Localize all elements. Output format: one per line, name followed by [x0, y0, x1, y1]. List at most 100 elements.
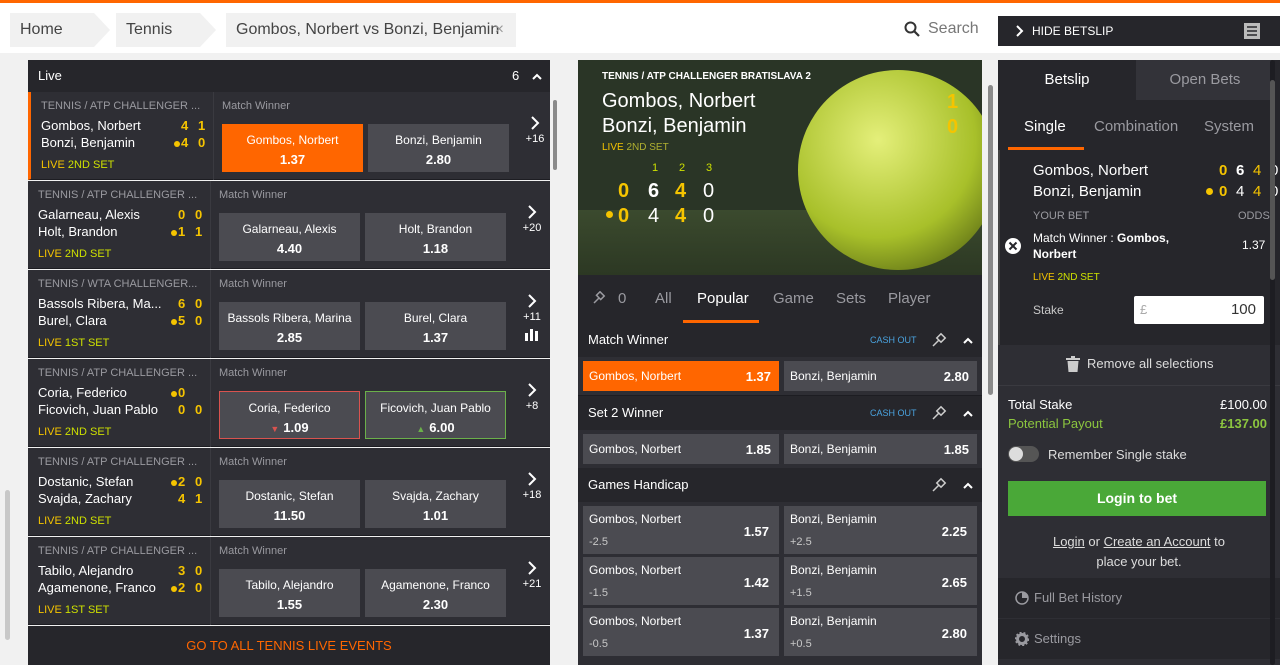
hide-betslip-button[interactable]: HIDE BETSLIP — [998, 16, 1280, 46]
handicap-odd-button[interactable]: Bonzi, Benjamin 2.65 +1.5 — [784, 557, 977, 605]
tab-single[interactable]: Single — [1024, 118, 1066, 135]
remember-stake-toggle[interactable] — [1008, 446, 1039, 462]
p2-set2: 4 — [675, 205, 687, 227]
live-event-row[interactable]: TENNIS / ATP CHALLENGER ... Coria, Federi… — [28, 359, 550, 447]
live-event-row[interactable]: TENNIS / ATP CHALLENGER ... Galarneau, Al… — [28, 181, 550, 269]
odd-button[interactable]: Agamenone, Franco 2.30 — [365, 569, 506, 617]
close-icon[interactable]: × — [495, 13, 504, 47]
more-markets-button[interactable]: +18 — [514, 472, 550, 501]
remove-all-button[interactable]: Remove all selections — [1066, 355, 1236, 375]
match-detail-scrollbar[interactable] — [988, 85, 993, 395]
betslip-player-1: Gombos, Norbert — [1033, 162, 1149, 179]
divider — [210, 181, 211, 269]
serve-indicator — [171, 480, 177, 486]
login-link[interactable]: Login — [1053, 534, 1085, 549]
odd-button[interactable]: Bonzi, Benjamin 2.80 — [368, 124, 509, 172]
tab-combination[interactable]: Combination — [1094, 118, 1178, 135]
betslip-scrollbar[interactable] — [1270, 80, 1275, 280]
market-games-handicap-rows: Gombos, Norbert 1.57 -2.5 Bonzi, Benjamin 2.… — [578, 502, 982, 665]
live-event-row[interactable]: TENNIS / ATP CHALLENGER ... Tabilo, Aleja… — [28, 537, 550, 625]
odd-button[interactable]: Svajda, Zachary 1.01 — [365, 480, 506, 528]
live-event-row[interactable]: TENNIS / ATP CHALLENGER ... Dostanic, Ste… — [28, 448, 550, 536]
page-scrollbar[interactable] — [5, 490, 10, 640]
pin-icon[interactable] — [931, 332, 947, 348]
odd-name: Bonzi, Benjamin — [790, 614, 877, 628]
remove-all-label: Remove all selections — [1087, 356, 1214, 371]
event-score: 2 — [178, 580, 186, 595]
login-to-bet-button[interactable]: Login to bet — [1008, 481, 1266, 516]
event-info[interactable]: TENNIS / ATP CHALLENGER ... Galarneau, Al… — [28, 181, 210, 269]
more-markets-button[interactable]: +21 — [514, 561, 550, 590]
market-games-handicap-header[interactable]: Games Handicap — [578, 468, 982, 502]
event-info[interactable]: TENNIS / ATP CHALLENGER ... Gombos, Norbe… — [31, 92, 213, 180]
live-list-scrollbar[interactable] — [553, 100, 557, 170]
odd-button[interactable]: Dostanic, Stefan 11.50 — [219, 480, 360, 528]
tab-betslip[interactable]: Betslip — [998, 60, 1136, 100]
stats-icon[interactable] — [525, 327, 539, 341]
handicap-odd-button[interactable]: Gombos, Norbert 1.37 -0.5 — [583, 608, 779, 656]
tab-open-bets[interactable]: Open Bets — [1136, 60, 1274, 100]
odd-name: Bonzi, Benjamin — [790, 369, 877, 383]
tab-player[interactable]: Player — [888, 290, 931, 307]
event-info[interactable]: TENNIS / WTA CHALLENGER... Bassols Ribera… — [28, 270, 210, 358]
chevron-up-icon[interactable] — [532, 73, 542, 80]
odd-button[interactable]: Tabilo, Alejandro 1.55 — [219, 569, 360, 617]
odd-value: 2.85 — [276, 330, 303, 345]
odd-button[interactable]: Ficovich, Juan Pablo ▲ 6.00 — [365, 391, 506, 439]
odd-button[interactable]: Holt, Brandon 1.18 — [365, 213, 506, 261]
odd-name: Burel, Clara — [403, 311, 468, 325]
event-player-2: Burel, Clara — [38, 313, 107, 328]
live-event-row[interactable]: TENNIS / ATP CHALLENGER ... Gombos, Norbe… — [28, 92, 550, 180]
chevron-up-icon[interactable] — [963, 482, 973, 489]
pin-icon[interactable] — [931, 477, 947, 493]
live-header[interactable]: Live 6 — [28, 60, 550, 92]
odd-button[interactable]: Bonzi, Benjamin 1.85 — [784, 434, 977, 464]
tab-popular[interactable]: Popular — [697, 290, 749, 307]
event-info[interactable]: TENNIS / ATP CHALLENGER ... Dostanic, Ste… — [28, 448, 210, 536]
market-set2-winner-header[interactable]: Set 2 Winner CASH OUT — [578, 396, 982, 430]
odd-button[interactable]: Bassols Ribera, Marina 2.85 — [219, 302, 360, 350]
odd-button[interactable]: Galarneau, Alexis 4.40 — [219, 213, 360, 261]
chevron-up-icon[interactable] — [963, 410, 973, 417]
trash-icon — [1066, 356, 1080, 372]
pin-icon[interactable] — [931, 405, 947, 421]
go-to-all-live-link[interactable]: GO TO ALL TENNIS LIVE EVENTS — [28, 626, 550, 665]
odd-button[interactable]: Bonzi, Benjamin 2.80 — [784, 361, 977, 391]
status-live: LIVE — [38, 604, 62, 616]
handicap-odd-button[interactable]: Bonzi, Benjamin 2.80 +0.5 — [784, 608, 977, 656]
event-status: LIVE 2ND SET — [38, 515, 111, 527]
event-info[interactable]: TENNIS / ATP CHALLENGER ... Tabilo, Aleja… — [28, 537, 210, 625]
handicap-odd-button[interactable]: Gombos, Norbert 1.57 -2.5 — [583, 506, 779, 554]
close-icon[interactable] — [1004, 237, 1022, 255]
odd-button[interactable]: Gombos, Norbert 1.85 — [583, 434, 779, 464]
odd-name: Tabilo, Alejandro — [245, 578, 334, 592]
event-category: TENNIS / ATP CHALLENGER ... — [38, 367, 198, 379]
breadcrumb-match[interactable]: Gombos, Norbert vs Bonzi, Benjamin × — [226, 13, 516, 47]
more-markets-button[interactable]: +16 — [517, 116, 553, 145]
more-markets-button[interactable]: +11 — [514, 294, 550, 323]
full-bet-history-row[interactable]: Full Bet History — [998, 578, 1280, 618]
event-info[interactable]: TENNIS / ATP CHALLENGER ... Coria, Federi… — [28, 359, 210, 447]
odd-button[interactable]: Burel, Clara 1.37 — [365, 302, 506, 350]
stake-input[interactable]: £ 100 — [1134, 296, 1264, 324]
handicap-odd-button[interactable]: Bonzi, Benjamin 2.25 +2.5 — [784, 506, 977, 554]
tab-all[interactable]: All — [655, 290, 672, 307]
odd-name: Coria, Federico — [248, 401, 331, 415]
live-event-row[interactable]: TENNIS / WTA CHALLENGER... Bassols Ribera… — [28, 270, 550, 358]
handicap-odd-button[interactable]: Gombos, Norbert 1.42 -1.5 — [583, 557, 779, 605]
odd-button[interactable]: Gombos, Norbert 1.37 — [583, 361, 779, 391]
breadcrumb-tennis[interactable]: Tennis — [116, 13, 216, 47]
tab-game[interactable]: Game — [773, 290, 814, 307]
odd-button[interactable]: Coria, Federico ▼ 1.09 — [219, 391, 360, 439]
odd-button[interactable]: Gombos, Norbert 1.37 — [222, 124, 363, 172]
chevron-up-icon[interactable] — [963, 337, 973, 344]
market-match-winner-header[interactable]: Match Winner CASH OUT — [578, 323, 982, 357]
breadcrumb-home[interactable]: Home — [10, 13, 110, 47]
divider — [210, 448, 211, 536]
settings-row[interactable]: Settings — [998, 619, 1280, 659]
create-account-link[interactable]: Create an Account — [1104, 534, 1211, 549]
more-markets-button[interactable]: +20 — [514, 205, 550, 234]
more-markets-button[interactable]: +8 — [514, 383, 550, 412]
tab-system[interactable]: System — [1204, 118, 1254, 135]
tab-sets[interactable]: Sets — [836, 290, 866, 307]
